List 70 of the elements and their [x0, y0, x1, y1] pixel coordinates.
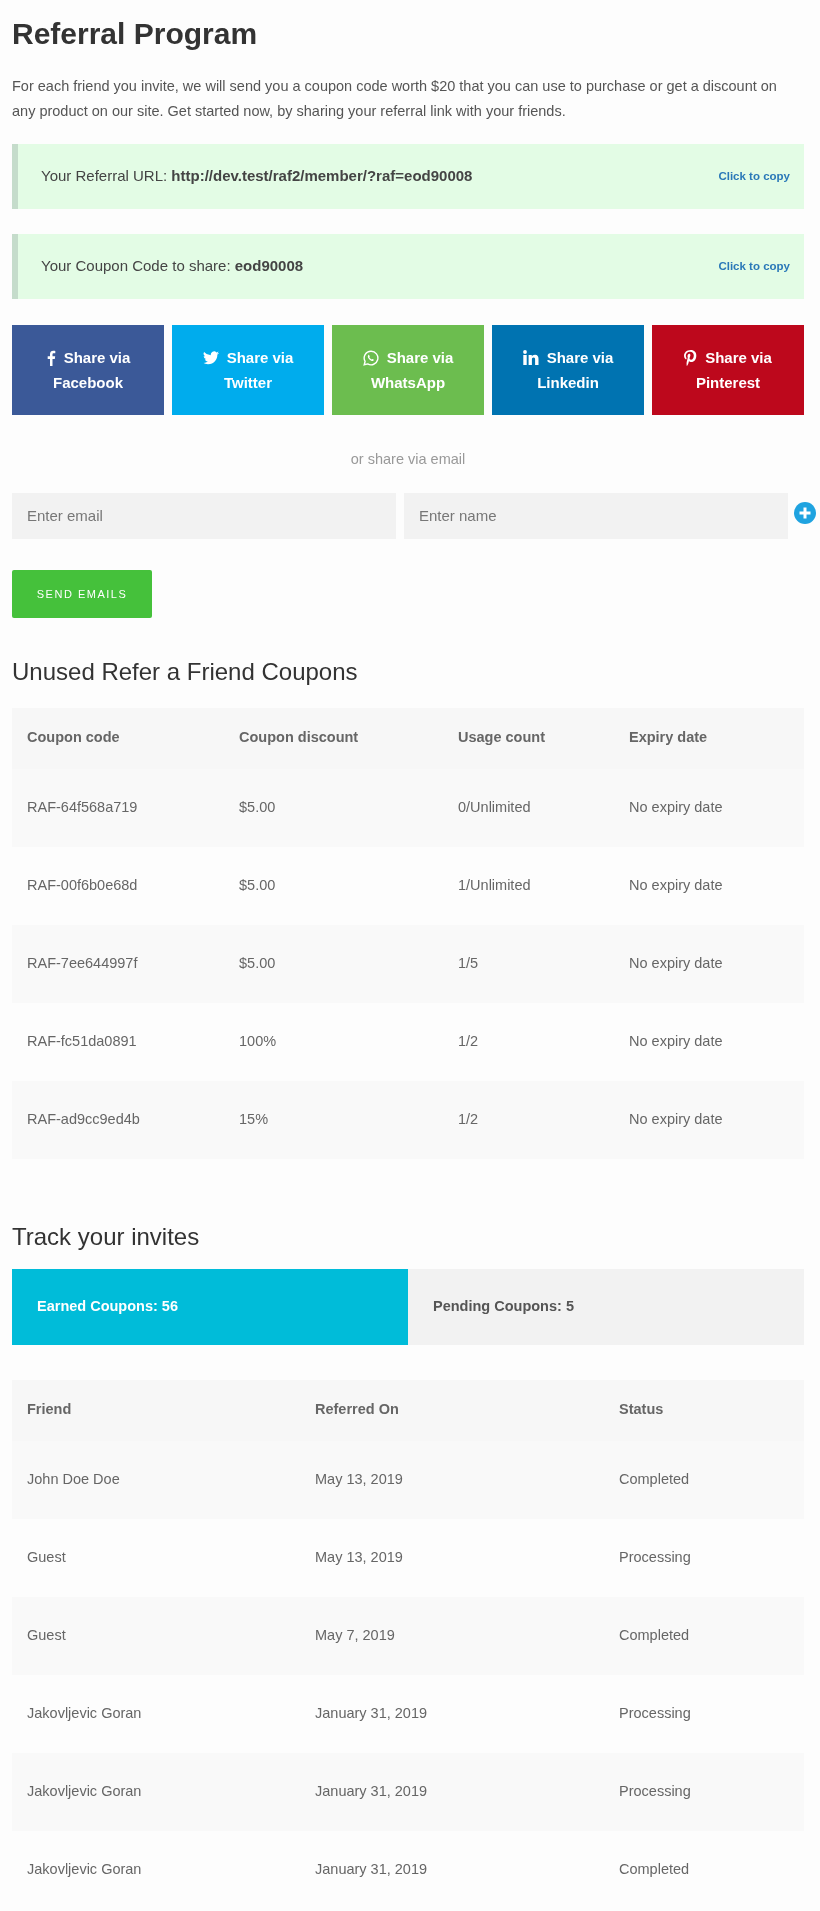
letter-p-icon — [684, 349, 698, 366]
notice-text: Your Coupon Code to share: eod90008 — [41, 256, 304, 277]
tab[interactable]: Earned Coupons: 56 — [12, 1268, 408, 1345]
column-header: Friend — [12, 1379, 300, 1441]
table-cell: 1/2 — [443, 1002, 614, 1081]
copy-link[interactable]: Click to copy — [718, 257, 790, 276]
send-emails-button[interactable]: SEND EMAILS — [12, 569, 152, 618]
table-cell: Completed — [604, 1596, 804, 1675]
column-header: Referred On — [300, 1379, 604, 1441]
table-cell: January 31, 2019 — [300, 1674, 604, 1753]
table-cell: No expiry date — [614, 924, 804, 1003]
table-cell: Jakovljevic Goran — [12, 1752, 300, 1831]
table-cell: May 13, 2019 — [300, 1518, 604, 1597]
add-icon[interactable] — [794, 501, 816, 524]
table-cell: No expiry date — [614, 1080, 804, 1159]
table-cell: John Doe Doe — [12, 1440, 300, 1519]
table-cell: Completed — [604, 1440, 804, 1519]
table-cell: 15% — [224, 1080, 443, 1159]
table-cell: 1/Unlimited — [443, 846, 614, 925]
table-cell: May 7, 2019 — [300, 1596, 604, 1675]
in-letters-icon — [522, 350, 539, 365]
table-cell: RAF-64f568a719 — [12, 768, 224, 847]
tab[interactable]: Pending Coupons: 5 — [408, 1268, 804, 1345]
copy-link[interactable]: Click to copy — [718, 167, 790, 186]
section-heading: Unused Refer a Friend Coupons — [12, 656, 359, 687]
table-cell: 1/2 — [443, 1080, 614, 1159]
table-cell: No expiry date — [614, 768, 804, 847]
share-divider-text: or share via email — [350, 450, 466, 469]
table-cell: 100% — [224, 1002, 443, 1081]
notice-text: Your Referral URL: http://dev.test/raf2/member/?raf=eod90008 — [41, 166, 473, 187]
table-cell: $5.00 — [224, 768, 443, 847]
column-header: Coupon discount — [224, 707, 443, 769]
table-cell: Processing — [604, 1518, 804, 1597]
email-input[interactable]: Enter email — [12, 492, 396, 539]
share-button[interactable]: Share via WhatsApp — [332, 325, 484, 415]
table-cell: Jakovljevic Goran — [12, 1674, 300, 1753]
table-cell: Jakovljevic Goran — [12, 1830, 300, 1909]
table-cell: Processing — [604, 1752, 804, 1831]
table-cell: $5.00 — [224, 846, 443, 925]
share-button[interactable]: Share via Pinterest — [652, 325, 804, 415]
bird-icon — [202, 350, 219, 365]
share-button[interactable]: Share via Linkedin — [492, 325, 644, 415]
table-cell: $5.00 — [224, 924, 443, 1003]
table-cell: Completed — [604, 1830, 804, 1909]
section-heading: Track your invites — [12, 1221, 201, 1252]
name-input[interactable]: Enter name — [404, 492, 788, 539]
table-cell: Guest — [12, 1596, 300, 1675]
share-button[interactable]: Share via Twitter — [172, 325, 324, 415]
table-cell: RAF-7ee644997f — [12, 924, 224, 1003]
table-cell: RAF-fc51da0891 — [12, 1002, 224, 1081]
column-header: Status — [604, 1379, 804, 1441]
share-button[interactable]: Share via Facebook — [12, 325, 164, 415]
column-header: Coupon code — [12, 707, 224, 769]
table-cell: Guest — [12, 1518, 300, 1597]
table-cell: January 31, 2019 — [300, 1752, 604, 1831]
table-cell: No expiry date — [614, 846, 804, 925]
table-cell: January 31, 2019 — [300, 1830, 604, 1909]
column-header: Usage count — [443, 707, 614, 769]
page-title: Referral Program — [12, 16, 259, 52]
table-cell: No expiry date — [614, 1002, 804, 1081]
table-cell: RAF-ad9cc9ed4b — [12, 1080, 224, 1159]
table-cell: 0/Unlimited — [443, 768, 614, 847]
letter-f-icon — [45, 349, 56, 366]
phone-bubble-icon — [362, 349, 379, 366]
table-cell: RAF-00f6b0e68d — [12, 846, 224, 925]
intro-paragraph: For each friend you invite, we will send you a coupon code worth $20 that you can use to purchase or get a discount on any product on our site. Get started now, by sharing your referral link with your friends. — [12, 77, 778, 121]
table-cell: May 13, 2019 — [300, 1440, 604, 1519]
table-cell: Processing — [604, 1674, 804, 1753]
column-header: Expiry date — [614, 707, 804, 769]
table-cell: 1/5 — [443, 924, 614, 1003]
